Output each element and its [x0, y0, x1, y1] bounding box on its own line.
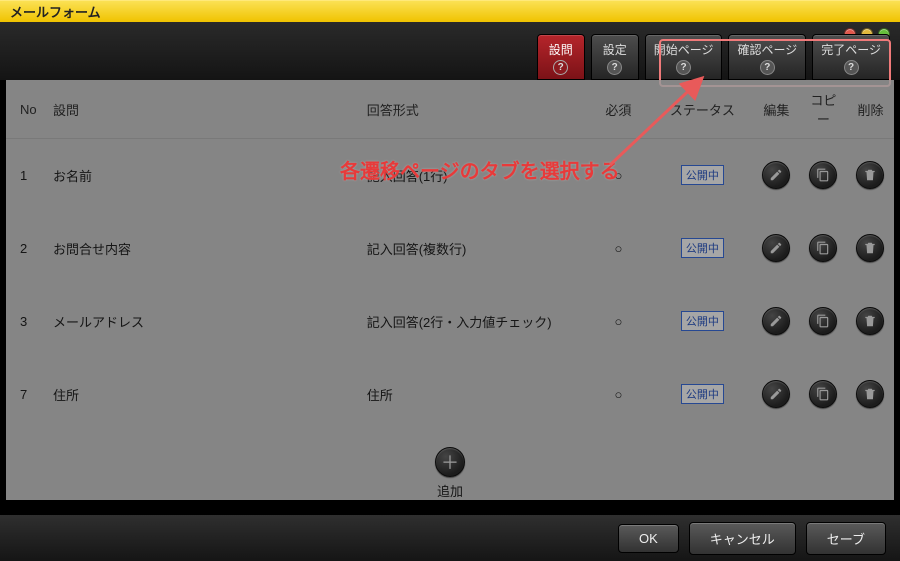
tab-settings[interactable]: 設定 ?	[591, 34, 639, 80]
delete-button[interactable]	[856, 234, 884, 262]
cell-status: 公開中	[652, 285, 753, 358]
cell-format: 記入回答(1行)	[361, 139, 585, 212]
cell-status: 公開中	[652, 212, 753, 285]
tab-label: 完了ページ	[821, 41, 881, 58]
cell-status: 公開中	[652, 358, 753, 431]
add-button[interactable]: ＋	[435, 447, 465, 477]
question-table: No 設問 回答形式 必須 ステータス 編集 コピー 削除 1お名前記入回答(1…	[6, 80, 894, 431]
help-icon[interactable]: ?	[676, 60, 691, 75]
delete-button[interactable]	[856, 380, 884, 408]
help-icon[interactable]: ?	[607, 60, 622, 75]
cell-no: 3	[6, 285, 47, 358]
cell-no: 7	[6, 358, 47, 431]
delete-button[interactable]	[856, 161, 884, 189]
content-panel: No 設問 回答形式 必須 ステータス 編集 コピー 削除 1お名前記入回答(1…	[6, 80, 894, 500]
col-edit: 編集	[753, 80, 800, 139]
cancel-button[interactable]: キャンセル	[689, 522, 796, 555]
help-icon[interactable]: ?	[760, 60, 775, 75]
col-format: 回答形式	[361, 80, 585, 139]
cell-format: 記入回答(2行・入力値チェック)	[361, 285, 585, 358]
tab-confirm-page[interactable]: 確認ページ ?	[728, 34, 806, 80]
table-row: 1お名前記入回答(1行)○ 公開中	[6, 139, 894, 212]
cell-format: 住所	[361, 358, 585, 431]
col-required: 必須	[585, 80, 652, 139]
status-badge: 公開中	[681, 384, 724, 404]
col-question: 設問	[47, 80, 361, 139]
status-badge: 公開中	[681, 165, 724, 185]
cell-required: ○	[585, 139, 652, 212]
edit-button[interactable]	[762, 234, 790, 262]
tabset: 設問 ? 設定 ? 開始ページ ? 確認ページ ? 完了ページ ?	[537, 34, 890, 80]
add-row: ＋ 追加	[6, 431, 894, 516]
cell-required: ○	[585, 358, 652, 431]
col-copy: コピー	[800, 80, 847, 139]
window-title: メールフォーム	[10, 2, 101, 21]
add-label: 追加	[437, 481, 463, 500]
tab-complete-page[interactable]: 完了ページ ?	[812, 34, 890, 80]
cell-status: 公開中	[652, 139, 753, 212]
cell-required: ○	[585, 285, 652, 358]
tab-question[interactable]: 設問 ?	[537, 34, 585, 80]
cell-required: ○	[585, 212, 652, 285]
copy-button[interactable]	[809, 161, 837, 189]
tab-label: 確認ページ	[737, 41, 797, 58]
status-badge: 公開中	[681, 238, 724, 258]
col-delete: 削除	[847, 80, 894, 139]
tab-start-page[interactable]: 開始ページ ?	[645, 34, 723, 80]
ok-button[interactable]: OK	[618, 524, 679, 553]
col-status: ステータス	[652, 80, 753, 139]
status-badge: 公開中	[681, 311, 724, 331]
delete-button[interactable]	[856, 307, 884, 335]
cell-no: 2	[6, 212, 47, 285]
col-no: No	[6, 80, 47, 139]
cell-question: お名前	[47, 139, 361, 212]
help-icon[interactable]: ?	[844, 60, 859, 75]
edit-button[interactable]	[762, 161, 790, 189]
tab-label: 開始ページ	[654, 41, 714, 58]
edit-button[interactable]	[762, 380, 790, 408]
table-row: 2お問合せ内容記入回答(複数行)○ 公開中	[6, 212, 894, 285]
cell-format: 記入回答(複数行)	[361, 212, 585, 285]
cell-question: お問合せ内容	[47, 212, 361, 285]
help-icon[interactable]: ?	[553, 60, 568, 75]
title-bar: メールフォーム	[0, 0, 900, 22]
table-row: 7住所住所○公開中	[6, 358, 894, 431]
cell-question: 住所	[47, 358, 361, 431]
copy-button[interactable]	[809, 380, 837, 408]
footer-bar: OK キャンセル セーブ	[0, 515, 900, 561]
top-toolbar: 設問 ? 設定 ? 開始ページ ? 確認ページ ? 完了ページ ?	[0, 22, 900, 80]
tab-label: 設問	[549, 41, 573, 58]
save-button[interactable]: セーブ	[806, 522, 886, 555]
table-row: 3メールアドレス記入回答(2行・入力値チェック)○ 公開中	[6, 285, 894, 358]
copy-button[interactable]	[809, 234, 837, 262]
cell-question: メールアドレス	[47, 285, 361, 358]
cell-no: 1	[6, 139, 47, 212]
edit-button[interactable]	[762, 307, 790, 335]
tab-label: 設定	[603, 41, 627, 58]
copy-button[interactable]	[809, 307, 837, 335]
